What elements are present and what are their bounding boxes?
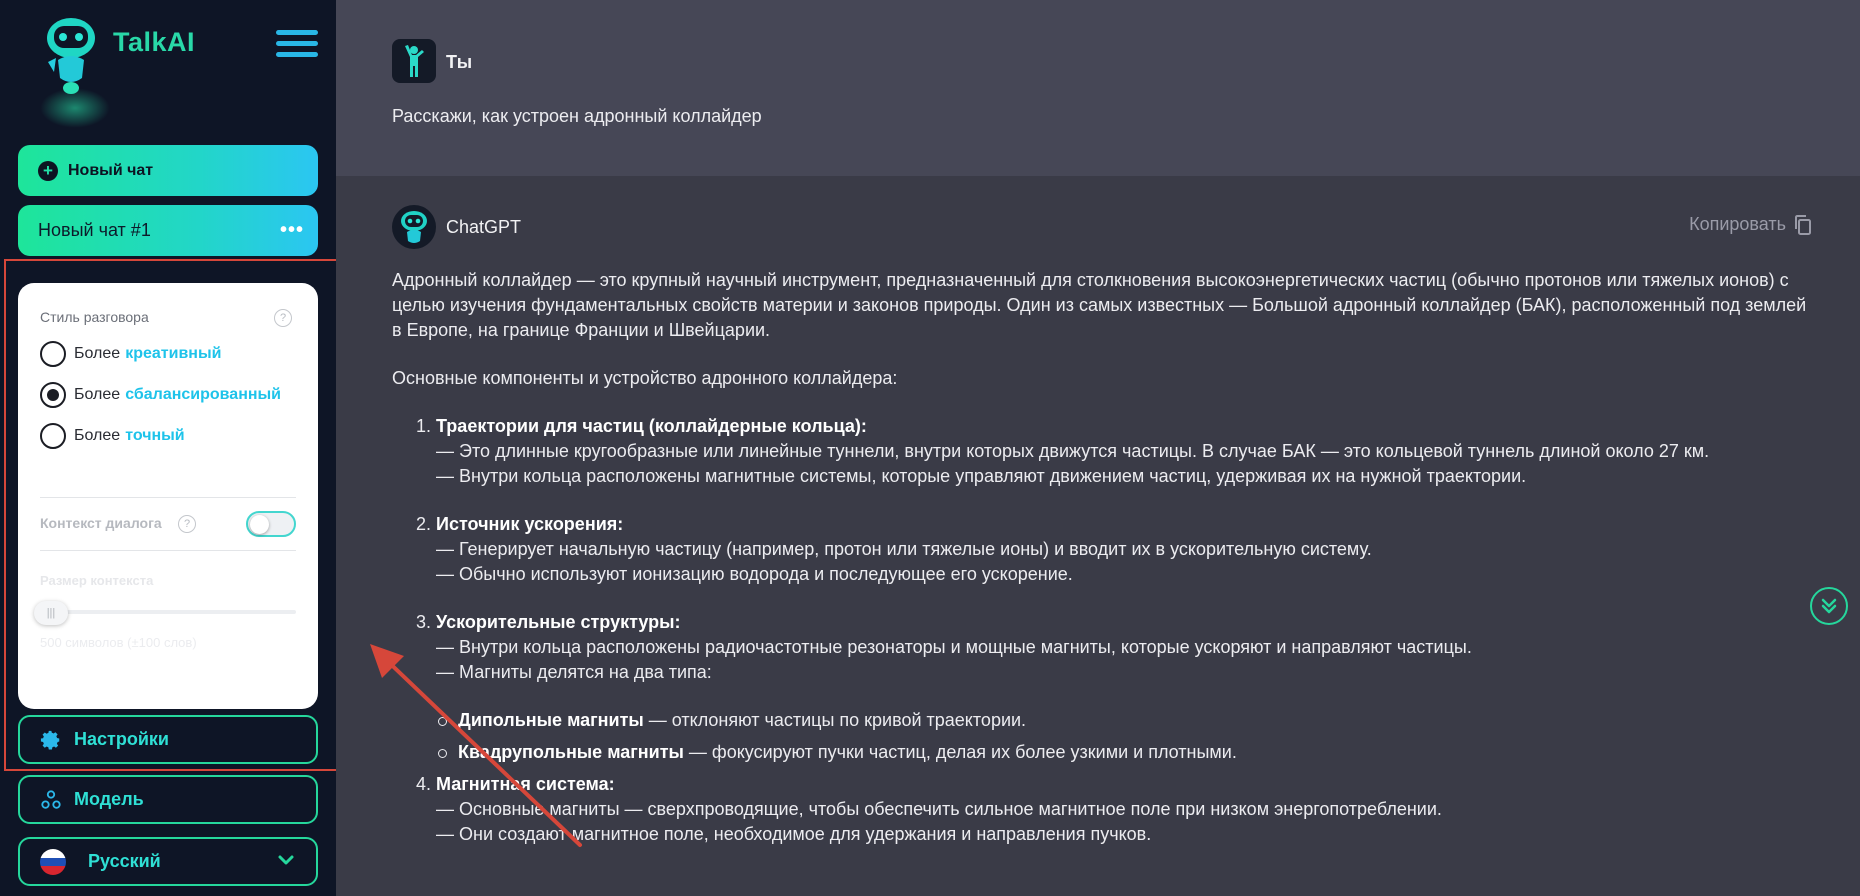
- model-nodes-icon: [41, 789, 61, 809]
- user-message-block: Ты Расскажи, как устроен адронный коллай…: [336, 0, 1860, 176]
- menu-hamburger-icon[interactable]: [276, 30, 318, 58]
- copy-icon: [1795, 214, 1811, 235]
- sub-item-bold: Дипольные магниты: [458, 710, 644, 730]
- bot-name: ChatGPT: [446, 217, 522, 237]
- answer-lead: Основные компоненты и устройство адронно…: [392, 368, 898, 388]
- model-label: Модель: [74, 789, 144, 809]
- person-waving-icon: [405, 45, 424, 77]
- list-item: Магнитная система: — Основные магниты — …: [436, 772, 1812, 847]
- list-item: Траектории для частиц (коллайдерные коль…: [436, 414, 1812, 489]
- user-avatar: [392, 39, 436, 83]
- item-line: — Основные магниты — сверхпроводящие, чт…: [436, 799, 1442, 819]
- item-title: Магнитная система:: [436, 774, 615, 794]
- robot-avatar-icon: [401, 211, 427, 243]
- robot-logo-icon: [47, 18, 95, 94]
- new-chat-label: Новый чат: [68, 161, 154, 179]
- bot-avatar: [392, 205, 436, 249]
- brand-name: TalkAI: [113, 27, 196, 57]
- russia-flag-icon: [40, 848, 66, 875]
- plus-icon: +: [38, 160, 58, 181]
- item-line: — Генерирует начальную частицу (например…: [436, 539, 1372, 559]
- item-line: — Внутри кольца расположены радиочастотн…: [436, 637, 1472, 657]
- bot-answer: Адронный коллайдер — это крупный научный…: [392, 268, 1812, 870]
- double-chevron-down-icon: [1821, 598, 1837, 614]
- item-line: — Обычно используют ионизацию водорода и…: [436, 564, 1073, 584]
- sub-list: Дипольные магниты — отклоняют частицы по…: [438, 708, 1812, 765]
- new-chat-button[interactable]: + Новый чат: [18, 145, 318, 196]
- copy-button[interactable]: Копировать: [1689, 214, 1812, 235]
- answer-list: Траектории для частиц (коллайдерные коль…: [436, 414, 1812, 847]
- more-options-icon[interactable]: •••: [280, 219, 304, 242]
- sub-item-text: — отклоняют частицы по кривой траектории…: [643, 710, 1027, 730]
- sub-list-item: Дипольные магниты — отклоняют частицы по…: [438, 708, 1812, 733]
- language-label: Русский: [88, 851, 161, 871]
- sub-item-text: — фокусируют пучки частиц, делая их боле…: [683, 742, 1237, 762]
- annotation-highlight-box: [4, 259, 352, 771]
- item-title: Траектории для частиц (коллайдерные коль…: [436, 416, 867, 436]
- list-item: Источник ускорения: — Генерирует начальн…: [436, 512, 1812, 587]
- language-select[interactable]: Русский: [18, 837, 318, 886]
- user-name: Ты: [446, 52, 473, 72]
- model-button[interactable]: Модель: [18, 775, 318, 824]
- chevron-down-icon: [278, 855, 294, 865]
- sub-list-item: Квадрупольные магниты — фокусируют пучки…: [438, 740, 1812, 765]
- chat-item-label: Новый чат #1: [38, 220, 151, 240]
- user-message-text: Расскажи, как устроен адронный коллайдер: [392, 106, 762, 126]
- answer-intro: Адронный коллайдер — это крупный научный…: [392, 270, 1807, 340]
- item-line: — Это длинные кругообразные или линейные…: [436, 441, 1710, 461]
- chat-area: Ты Расскажи, как устроен адронный коллай…: [336, 0, 1860, 896]
- item-title: Источник ускорения:: [436, 514, 624, 534]
- item-line: — Магниты делятся на два типа:: [436, 662, 712, 682]
- list-item: Ускорительные структуры: — Внутри кольца…: [436, 610, 1812, 765]
- item-title: Ускорительные структуры:: [436, 612, 681, 632]
- sub-item-bold: Квадрупольные магниты: [458, 742, 684, 762]
- item-line: — Они создают магнитное поле, необходимо…: [436, 824, 1152, 844]
- scroll-down-button[interactable]: [1810, 587, 1848, 625]
- chat-list-item[interactable]: Новый чат #1 •••: [18, 205, 318, 256]
- copy-label: Копировать: [1689, 214, 1786, 234]
- item-line: — Внутри кольца расположены магнитные си…: [436, 466, 1527, 486]
